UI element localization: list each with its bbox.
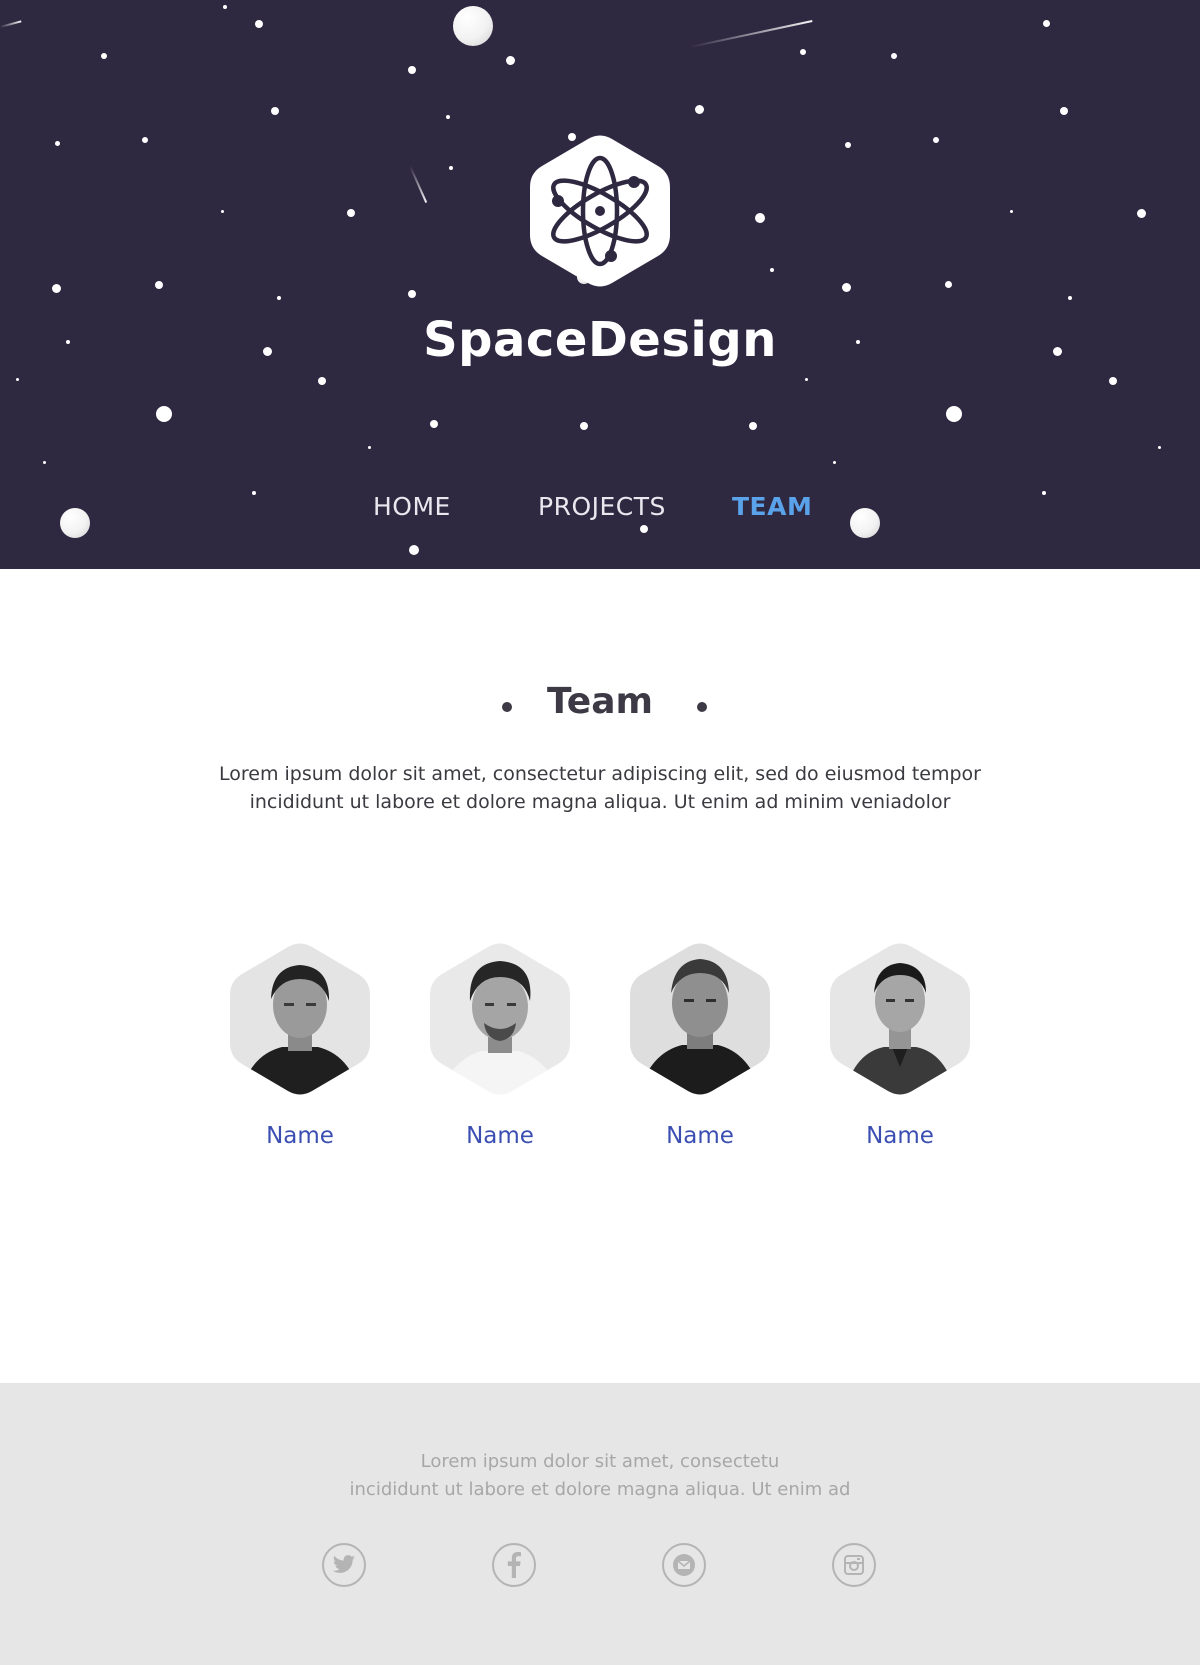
star	[155, 281, 163, 289]
description-line: Lorem ipsum dolor sit amet, consectetur …	[218, 763, 981, 785]
star	[223, 5, 227, 9]
star	[409, 545, 419, 555]
star	[142, 137, 148, 143]
member-avatar	[830, 943, 970, 1095]
nav-home[interactable]: HOME	[373, 492, 451, 521]
star	[318, 377, 326, 385]
instagram-link[interactable]	[832, 1543, 876, 1587]
twitter-icon	[333, 1555, 355, 1573]
member-avatar	[430, 943, 570, 1095]
hero-banner: SpaceDesign HOME PROJECTS TEAM	[0, 0, 1200, 569]
member-avatar	[230, 943, 370, 1095]
star	[101, 53, 107, 59]
mail-icon	[673, 1554, 695, 1576]
star	[221, 210, 224, 213]
instagram-icon	[844, 1555, 864, 1575]
star	[430, 420, 438, 428]
section-description: Lorem ipsum dolor sit amet, consectetur …	[200, 760, 1000, 816]
shooting-star	[689, 20, 813, 48]
star	[1068, 296, 1072, 300]
star	[1137, 209, 1146, 218]
nav-team[interactable]: TEAM	[732, 492, 812, 521]
star	[933, 137, 939, 143]
star	[52, 284, 61, 293]
description-line: incididunt ut labore et dolore magna ali…	[249, 791, 951, 813]
star	[749, 422, 757, 430]
star	[842, 283, 851, 292]
star	[695, 105, 704, 114]
nav-projects[interactable]: PROJECTS	[538, 492, 666, 521]
facebook-icon	[507, 1552, 521, 1578]
star	[580, 422, 588, 430]
star	[449, 166, 453, 170]
twitter-link[interactable]	[322, 1543, 366, 1587]
member-name[interactable]: Name	[200, 1123, 400, 1149]
star	[252, 491, 256, 495]
member-avatar	[630, 943, 770, 1095]
atom-icon	[530, 135, 670, 287]
star	[368, 446, 371, 449]
title-dot-right	[697, 702, 707, 712]
star	[446, 115, 450, 119]
star	[271, 107, 279, 115]
star	[55, 141, 60, 146]
member-name[interactable]: Name	[800, 1123, 1000, 1149]
star	[946, 406, 962, 422]
member-name[interactable]: Name	[600, 1123, 800, 1149]
facebook-link[interactable]	[492, 1543, 536, 1587]
mail-link[interactable]	[662, 1543, 706, 1587]
team-member-card[interactable]: Name	[430, 943, 570, 1149]
star	[1043, 20, 1050, 27]
star	[16, 378, 19, 381]
star	[891, 53, 897, 59]
star	[1109, 377, 1117, 385]
team-member-card[interactable]: Name	[230, 943, 370, 1149]
shooting-star	[0, 20, 22, 28]
footer: Lorem ipsum dolor sit amet, consectetu i…	[0, 1383, 1200, 1665]
moon-decoration	[453, 6, 493, 46]
footer-text: Lorem ipsum dolor sit amet, consectetu i…	[0, 1448, 1200, 1504]
team-member-card[interactable]: Name	[830, 943, 970, 1149]
footer-line: incididunt ut labore et dolore magna ali…	[349, 1479, 851, 1500]
brand-name: SpaceDesign	[423, 312, 777, 368]
star	[945, 281, 952, 288]
shooting-star	[409, 165, 428, 203]
star	[833, 461, 836, 464]
star	[1158, 446, 1161, 449]
section-heading: Team	[0, 681, 1200, 731]
star	[805, 378, 808, 381]
star	[800, 49, 806, 55]
star	[506, 56, 515, 65]
moon-decoration	[60, 508, 90, 538]
star	[347, 209, 355, 217]
star	[1060, 107, 1068, 115]
star	[43, 461, 46, 464]
section-title: Team	[547, 681, 653, 722]
moon-decoration	[850, 508, 880, 538]
star	[770, 268, 774, 272]
star	[845, 142, 851, 148]
star	[1042, 491, 1046, 495]
star	[1010, 210, 1013, 213]
footer-line: Lorem ipsum dolor sit amet, consectetu	[420, 1451, 780, 1472]
member-name[interactable]: Name	[400, 1123, 600, 1149]
star	[640, 525, 648, 533]
team-member-card[interactable]: Name	[630, 943, 770, 1149]
star	[755, 213, 765, 223]
star	[156, 406, 172, 422]
star	[277, 296, 281, 300]
star	[408, 66, 416, 74]
star	[408, 290, 416, 298]
star	[255, 20, 263, 28]
